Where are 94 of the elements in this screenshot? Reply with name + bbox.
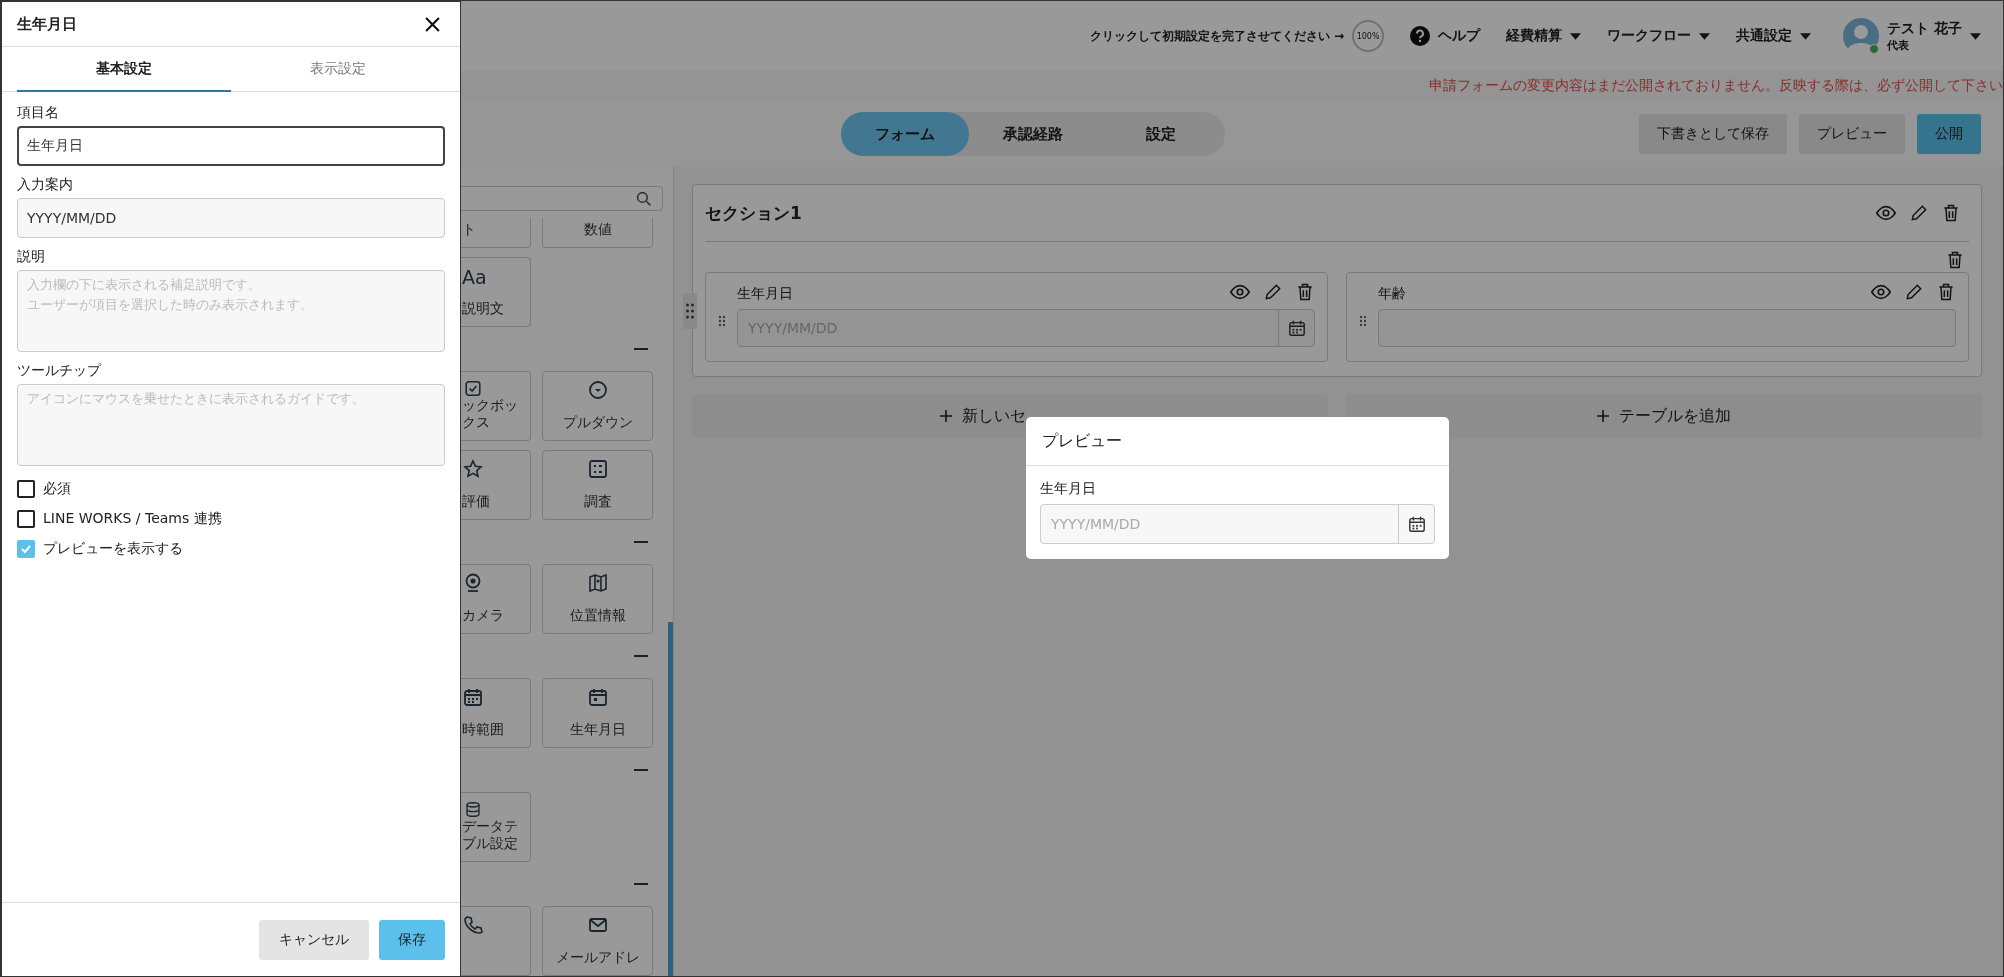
caret-icon[interactable] — [1970, 32, 1981, 40]
calendar-icon — [587, 687, 608, 707]
field-type-card[interactable]: 調査 — [542, 450, 653, 520]
close-icon[interactable] — [425, 16, 440, 32]
editor-tab[interactable]: 設定 — [1097, 112, 1225, 156]
check-icon — [20, 543, 32, 555]
webcam-icon — [463, 573, 483, 593]
list-icon — [587, 459, 608, 479]
drawer-title: 生年月日 — [17, 14, 77, 34]
calendar-icon[interactable] — [1287, 319, 1306, 337]
plus-icon — [940, 410, 952, 422]
drawer-tab[interactable]: 表示設定 — [231, 47, 445, 92]
checkbox-label: LINE WORKS / Teams 連携 — [43, 510, 222, 528]
help-icon — [1410, 26, 1431, 46]
input-field[interactable]: YYYY/MM/DD — [17, 198, 445, 238]
phone-icon — [463, 915, 483, 935]
field-label: 入力案内 — [17, 176, 74, 194]
field-label: 年齢 — [1378, 285, 1406, 303]
add-button[interactable]: テーブルを追加 — [1346, 395, 1982, 437]
user-role: 代表 — [1887, 37, 1911, 53]
search-icon — [636, 190, 652, 207]
field-type-label: 時範囲 — [462, 721, 504, 738]
form-field-card[interactable]: 年齢 — [1346, 272, 1969, 362]
caret-icon — [1699, 32, 1711, 40]
text-field[interactable] — [1378, 309, 1956, 347]
field-type-label: 位置情報 — [569, 607, 626, 624]
toolbar-button[interactable]: 下書きとして保存 — [1639, 114, 1787, 154]
drawer-button[interactable]: キャンセル — [259, 920, 369, 960]
plus-icon — [1597, 410, 1609, 422]
nav-menu[interactable]: 経費精算 — [1506, 27, 1582, 45]
field-type-label: カメラ — [462, 607, 504, 624]
editor-tab[interactable]: フォーム — [841, 112, 969, 156]
checkbox[interactable] — [17, 510, 35, 528]
checkbox-label: 必須 — [43, 480, 71, 498]
field-label: 生年月日 — [1040, 480, 1097, 498]
trash-icon[interactable] — [1945, 250, 1965, 270]
drag-handle-icon[interactable] — [1359, 315, 1367, 327]
trash-icon[interactable] — [1936, 282, 1956, 302]
section-title: セクション1 — [705, 201, 802, 225]
star-icon — [463, 459, 483, 479]
caret-icon — [1570, 32, 1582, 40]
checkbox-label: プレビューを表示する — [43, 540, 183, 558]
field-label: ツールチップ — [17, 362, 103, 380]
mail-icon — [587, 915, 608, 935]
field-type-label: ト — [462, 221, 476, 238]
drawer-button[interactable]: 保存 — [379, 920, 445, 960]
field-type-card[interactable]: メールアドレ — [542, 906, 653, 976]
field-type-label: 数値 — [583, 221, 612, 238]
field-type-label: ックボッ クス — [462, 397, 518, 431]
map-icon — [587, 573, 608, 593]
help-link[interactable]: ヘルプ — [1410, 26, 1481, 46]
progress-text: 100% — [1354, 22, 1383, 50]
field-type-label: 生年月日 — [569, 721, 626, 738]
field-type-label: 評価 — [462, 493, 490, 510]
drawer-tab[interactable]: 基本設定 — [17, 47, 231, 92]
field-type-card[interactable]: 生年月日 — [542, 678, 653, 748]
setup-prompt[interactable]: クリックして初期設定を完了させてください → — [1089, 27, 1345, 45]
search-field[interactable] — [461, 186, 663, 211]
field-type-label: プルダウン — [562, 414, 633, 431]
calendar-icon[interactable] — [1407, 515, 1426, 533]
checkbox-icon — [463, 380, 483, 397]
trash-icon[interactable] — [1941, 203, 1961, 223]
edit-icon[interactable] — [1909, 203, 1929, 223]
toolbar-button[interactable]: 公開 — [1917, 114, 1981, 154]
nav-menu[interactable]: 共通設定 — [1736, 27, 1812, 45]
toolbar-button[interactable]: プレビュー — [1799, 114, 1905, 154]
field-type-card[interactable]: プルダウン — [542, 371, 653, 441]
calendar-icon — [463, 687, 483, 707]
text-type-glyph: Aa — [462, 266, 487, 288]
trash-icon[interactable] — [1295, 282, 1315, 302]
field-label: 説明 — [17, 248, 46, 266]
database-icon — [463, 801, 483, 818]
unpublished-notice: 申請フォームの変更内容はまだ公開されておりません。反映する際は、必ず公開して下さい — [1429, 77, 2003, 95]
field-type-label: データテ ブル設定 — [462, 818, 518, 852]
scrollbar-thumb[interactable] — [668, 622, 673, 976]
field-label: 生年月日 — [737, 285, 793, 303]
nav-menu[interactable]: ワークフロー — [1607, 27, 1711, 45]
field-label: 項目名 — [17, 104, 60, 122]
field-type-label: 説明文 — [462, 300, 504, 317]
row-drag-handle[interactable] — [683, 293, 697, 329]
drag-handle-icon[interactable] — [718, 315, 726, 327]
dropdown-icon — [587, 380, 608, 400]
field-type-card[interactable]: 位置情報 — [542, 564, 653, 634]
field-type-card[interactable]: 数値 — [542, 218, 653, 248]
editor-tab[interactable]: 承認経路 — [969, 112, 1097, 156]
field-type-label: 調査 — [583, 493, 612, 510]
edit-icon[interactable] — [1263, 282, 1283, 302]
user-name[interactable]: テスト 花子 — [1887, 19, 1962, 38]
field-type-label: メールアドレ — [555, 949, 640, 966]
caret-icon — [1800, 32, 1812, 40]
checkbox[interactable] — [17, 540, 35, 558]
input-field[interactable]: 生年月日 — [17, 126, 445, 166]
edit-icon[interactable] — [1904, 282, 1924, 302]
checkbox[interactable] — [17, 480, 35, 498]
